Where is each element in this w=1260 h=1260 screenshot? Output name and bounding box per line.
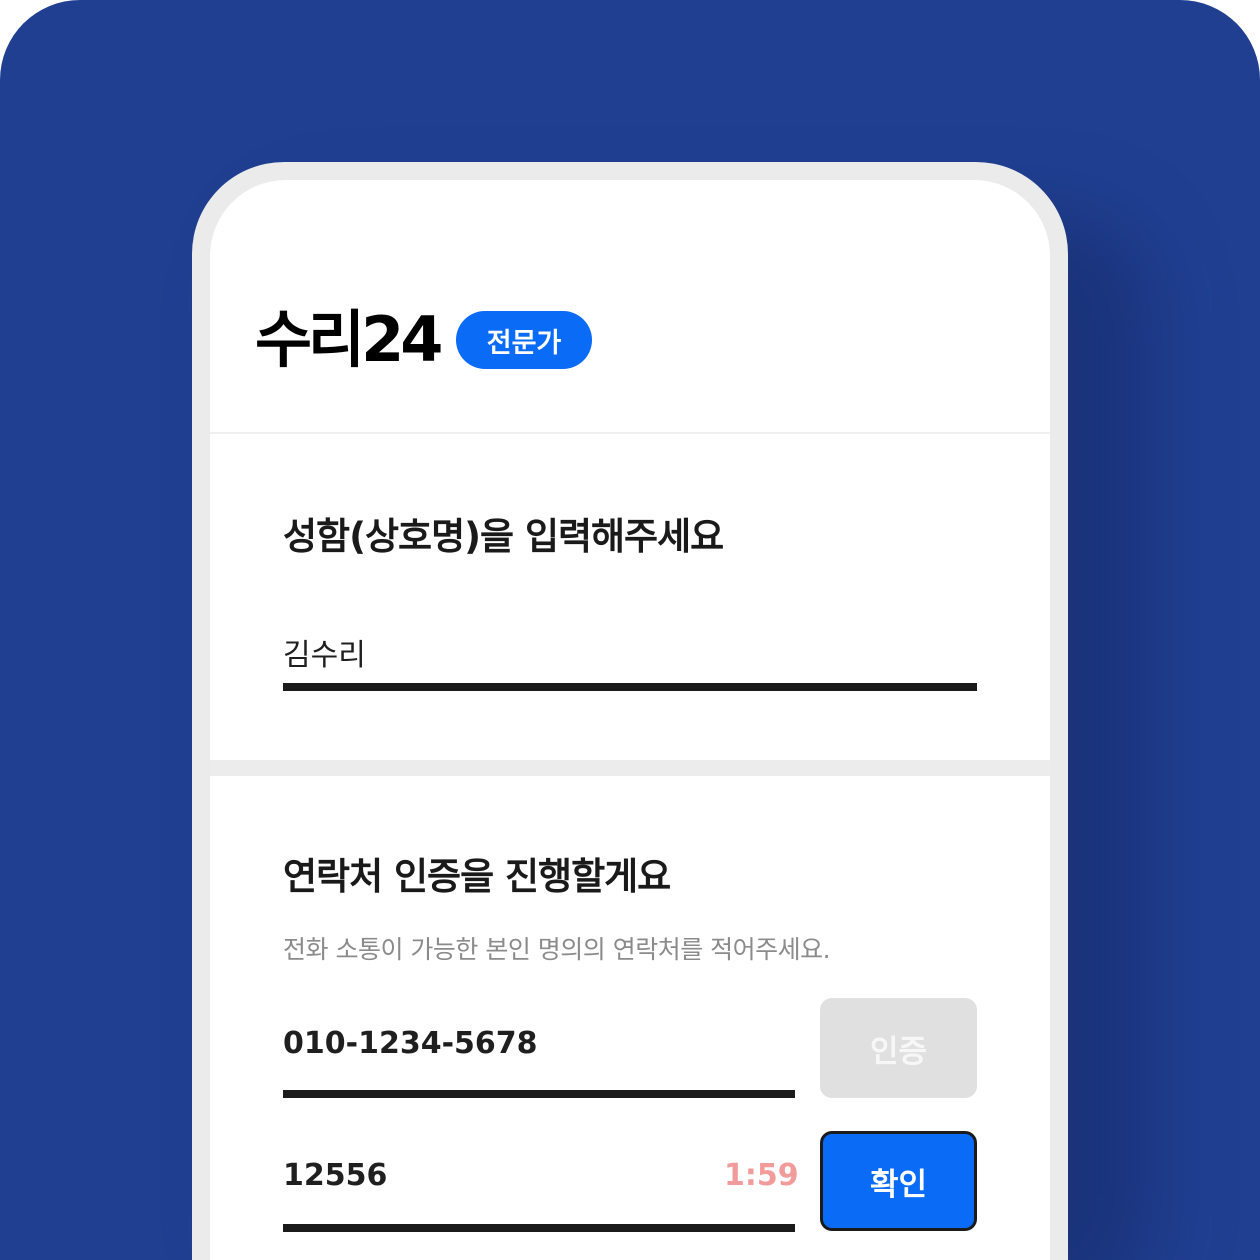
background: 수리24 전문가 성함(상호명)을 입력해주세요 김수리 연락처 인증을 진행할… (0, 0, 1260, 1260)
phone-input-underline (283, 1090, 795, 1098)
countdown-timer: 1:59 (724, 1158, 799, 1193)
name-input[interactable]: 김수리 (283, 630, 366, 674)
phone-screen: 수리24 전문가 성함(상호명)을 입력해주세요 김수리 연락처 인증을 진행할… (210, 180, 1050, 1260)
verify-button[interactable]: 인증 (820, 998, 977, 1098)
app-header: 수리24 전문가 (210, 180, 1050, 432)
verification-code-input[interactable]: 12556 (283, 1158, 387, 1193)
name-input-underline (283, 683, 977, 691)
confirm-button[interactable]: 확인 (820, 1131, 977, 1231)
code-input-underline (283, 1224, 795, 1232)
section-divider (210, 760, 1050, 776)
name-section-title: 성함(상호명)을 입력해주세요 (283, 515, 724, 558)
contact-hint-text: 전화 소통이 가능한 본인 명의의 연락처를 적어주세요. (283, 935, 831, 964)
phone-frame: 수리24 전문가 성함(상호명)을 입력해주세요 김수리 연락처 인증을 진행할… (192, 162, 1068, 1260)
app-logo: 수리24 (255, 303, 443, 376)
expert-badge: 전문가 (456, 311, 592, 369)
header-divider (210, 432, 1050, 434)
contact-section-title: 연락처 인증을 진행할게요 (283, 855, 671, 898)
phone-number-input[interactable]: 010-1234-5678 (283, 1026, 538, 1061)
